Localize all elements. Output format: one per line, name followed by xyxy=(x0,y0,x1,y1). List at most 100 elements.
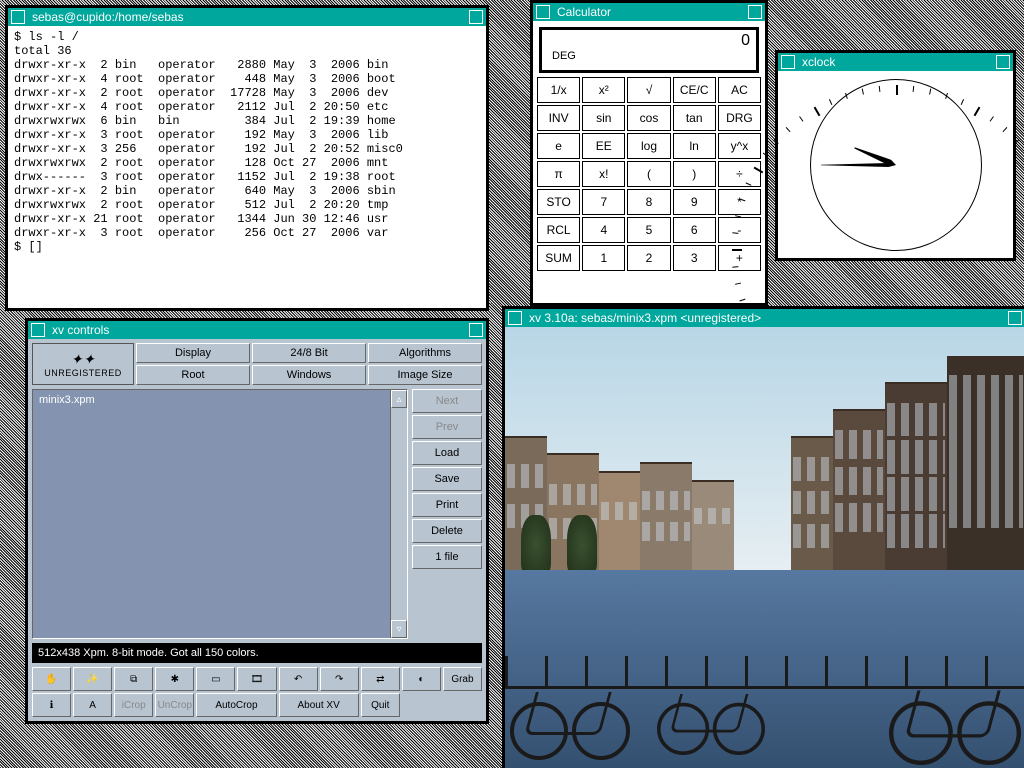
xv-24-8-bit-button[interactable]: 24/8 Bit xyxy=(252,343,366,363)
xv-image-size-button[interactable]: Image Size xyxy=(368,365,482,385)
calc-key-inv[interactable]: INV xyxy=(537,105,580,131)
minute-hand xyxy=(821,163,896,167)
xv-image-window: xv 3.10a: sebas/minix3.xpm <unregistered… xyxy=(502,306,1024,768)
window-maximize-button[interactable] xyxy=(996,55,1010,69)
screen-icon[interactable]: ▭ xyxy=(196,667,235,691)
xv-grab-button[interactable]: Grab xyxy=(443,667,482,691)
hand-icon[interactable]: ✋ xyxy=(32,667,71,691)
calc-key-ee[interactable]: EE xyxy=(582,133,625,159)
calc-key-x[interactable]: x! xyxy=(582,161,625,187)
calc-key-tan[interactable]: tan xyxy=(673,105,716,131)
window-menu-button[interactable] xyxy=(536,5,550,19)
xv-prev-button: Prev xyxy=(412,415,482,439)
scroll-up-button[interactable]: ▵ xyxy=(391,390,407,408)
copy-icon[interactable]: ⧉ xyxy=(114,667,153,691)
terminal-content[interactable]: $ ls -l / total 36 drwxr-xr-x 2 bin oper… xyxy=(8,26,486,308)
scrollbar[interactable]: ▵ ▿ xyxy=(390,390,407,638)
terminal-titlebar[interactable]: sebas@cupido:/home/sebas xyxy=(8,8,486,26)
clock-tick xyxy=(732,249,742,251)
xv-load-button[interactable]: Load xyxy=(412,441,482,465)
window-menu-button[interactable] xyxy=(508,311,522,325)
calc-key-7[interactable]: 7 xyxy=(582,189,625,215)
xv-image-titlebar[interactable]: xv 3.10a: sebas/minix3.xpm <unregistered… xyxy=(505,309,1024,327)
calc-key-1[interactable]: 1 xyxy=(582,245,625,271)
calc-key-5[interactable]: 5 xyxy=(627,217,670,243)
calc-key-ln[interactable]: ln xyxy=(673,133,716,159)
xv-file-list[interactable]: minix3.xpm ▵ ▿ xyxy=(32,389,408,639)
calc-key-x[interactable]: x² xyxy=(582,77,625,103)
calc-key-drg[interactable]: DRG xyxy=(718,105,761,131)
calc-key-4[interactable]: 4 xyxy=(582,217,625,243)
xv-print-button[interactable]: Print xyxy=(412,493,482,517)
xv-windows-button[interactable]: Windows xyxy=(252,365,366,385)
calc-key-sin[interactable]: sin xyxy=(582,105,625,131)
calc-key-[interactable]: π xyxy=(537,161,580,187)
contrast-icon[interactable]: ◐ xyxy=(402,667,441,691)
window-maximize-button[interactable] xyxy=(469,10,483,24)
calc-key-cec[interactable]: CE/C xyxy=(673,77,716,103)
window-maximize-button[interactable] xyxy=(1008,311,1022,325)
calc-key-yx[interactable]: y^x xyxy=(718,133,761,159)
xv-autocrop-button[interactable]: AutoCrop xyxy=(196,693,276,717)
calc-key-log[interactable]: log xyxy=(627,133,670,159)
calc-key-ac[interactable]: AC xyxy=(718,77,761,103)
xv-save-button[interactable]: Save xyxy=(412,467,482,491)
calc-key-sto[interactable]: STO xyxy=(537,189,580,215)
calc-key-6[interactable]: 6 xyxy=(673,217,716,243)
calc-key-1x[interactable]: 1/x xyxy=(537,77,580,103)
clock-tick xyxy=(1002,127,1007,132)
image-building xyxy=(947,356,1024,570)
image-building xyxy=(791,436,833,571)
redo-icon[interactable]: ↷ xyxy=(320,667,359,691)
xv-algorithms-button[interactable]: Algorithms xyxy=(368,343,482,363)
xv-quit-button[interactable]: Quit xyxy=(361,693,400,717)
calc-key-rcl[interactable]: RCL xyxy=(537,217,580,243)
xv-image-content[interactable] xyxy=(505,327,1024,768)
calculator-titlebar[interactable]: Calculator xyxy=(533,3,765,21)
film-icon[interactable]: 🎞 xyxy=(237,667,276,691)
window-menu-button[interactable] xyxy=(31,323,45,337)
calc-key-3[interactable]: 3 xyxy=(673,245,716,271)
wand-icon[interactable]: ✨ xyxy=(73,667,112,691)
image-building xyxy=(833,409,885,570)
info-icon[interactable]: ℹ xyxy=(32,693,71,717)
calc-key-9[interactable]: 9 xyxy=(673,189,716,215)
image-building xyxy=(692,480,734,570)
window-maximize-button[interactable] xyxy=(748,5,762,19)
clock-tick xyxy=(732,232,738,234)
xv-1-file-button[interactable]: 1 file xyxy=(412,545,482,569)
text-icon[interactable]: A xyxy=(73,693,112,717)
shuffle-icon[interactable]: ⇄ xyxy=(361,667,400,691)
xv-icrop-button: iCrop xyxy=(114,693,153,717)
list-item[interactable]: minix3.xpm xyxy=(39,394,401,406)
calc-key-[interactable]: ÷ xyxy=(718,161,761,187)
image-bicycle xyxy=(889,655,1021,765)
xv-about-xv-button[interactable]: About XV xyxy=(279,693,359,717)
xv-root-button[interactable]: Root xyxy=(136,365,250,385)
xv-controls-titlebar[interactable]: xv controls xyxy=(28,321,486,339)
bug-icon[interactable]: ✱ xyxy=(155,667,194,691)
clock-tick xyxy=(861,88,863,94)
clock-tick xyxy=(845,92,848,98)
terminal-window: sebas@cupido:/home/sebas $ ls -l / total… xyxy=(5,5,489,311)
xv-delete-button[interactable]: Delete xyxy=(412,519,482,543)
calc-key-[interactable]: * xyxy=(718,189,761,215)
calc-key-sum[interactable]: SUM xyxy=(537,245,580,271)
scroll-down-button[interactable]: ▿ xyxy=(391,620,407,638)
calc-key-2[interactable]: 2 xyxy=(627,245,670,271)
calc-key-e[interactable]: e xyxy=(537,133,580,159)
calc-key-[interactable]: √ xyxy=(627,77,670,103)
calc-key-8[interactable]: 8 xyxy=(627,189,670,215)
clock-tick xyxy=(785,127,790,132)
calc-key-[interactable]: ) xyxy=(673,161,716,187)
clock-tick xyxy=(1014,139,1019,144)
xv-display-button[interactable]: Display xyxy=(136,343,250,363)
calc-key-cos[interactable]: cos xyxy=(627,105,670,131)
calc-key-[interactable]: ( xyxy=(627,161,670,187)
undo-icon[interactable]: ↶ xyxy=(279,667,318,691)
calc-key-[interactable]: - xyxy=(718,217,761,243)
window-maximize-button[interactable] xyxy=(469,323,483,337)
xclock-titlebar[interactable]: xclock xyxy=(778,53,1013,71)
window-menu-button[interactable] xyxy=(11,10,25,24)
window-menu-button[interactable] xyxy=(781,55,795,69)
